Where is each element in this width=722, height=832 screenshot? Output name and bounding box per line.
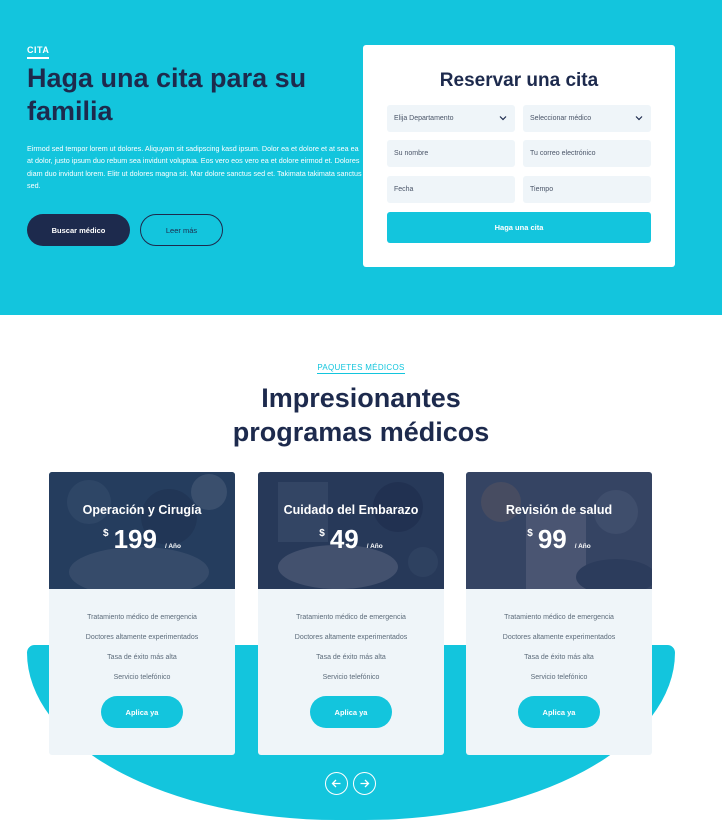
time-input-placeholder: Tiempo	[530, 186, 554, 193]
date-input[interactable]: Fecha	[387, 176, 515, 203]
packages-title: Impresionantes programas médicos	[0, 381, 722, 449]
department-select[interactable]: Elija Departamento	[387, 105, 515, 132]
hero-title: Haga una cita para su familia	[27, 63, 307, 126]
appointment-form: Reservar una cita Elija Departamento Sel…	[363, 45, 675, 267]
feature-item: Doctores altamente experimentados	[85, 634, 199, 641]
price-amount: 199	[113, 524, 157, 554]
feature-item: Tasa de éxito más alta	[524, 654, 594, 661]
package-features: Tratamiento médico de emergencia Doctore…	[49, 612, 235, 692]
appointment-hero: CITA Haga una cita para su familia Eirmo…	[0, 0, 722, 315]
department-select-value: Elija Departamento	[394, 115, 454, 122]
doctor-select[interactable]: Seleccionar médico	[523, 105, 651, 132]
arrow-right-icon	[360, 779, 370, 788]
package-card: Operación y Cirugía $ 199 / Año Tratamie…	[49, 472, 235, 755]
feature-item: Tasa de éxito más alta	[316, 654, 386, 661]
hero-eyebrow: CITA	[27, 45, 50, 59]
package-name: Operación y Cirugía	[82, 503, 202, 517]
feature-item: Servicio telefónico	[113, 674, 171, 681]
packages-title-line2: programas médicos	[232, 417, 490, 447]
feature-item: Tratamiento médico de emergencia	[504, 614, 614, 621]
feature-item: Tratamiento médico de emergencia	[296, 614, 406, 621]
feature-item: Tasa de éxito más alta	[107, 654, 177, 661]
currency-symbol: $	[319, 528, 325, 539]
packages-eyebrow: PAQUETES MÉDICOS	[317, 363, 405, 374]
carousel-next-button[interactable]	[353, 772, 376, 795]
find-doctor-button[interactable]: Buscar médico	[27, 214, 130, 246]
package-card-header: Operación y Cirugía $ 199 / Año	[49, 472, 235, 589]
make-appointment-button[interactable]: Haga una cita	[387, 212, 651, 243]
price-period: / Año	[366, 543, 383, 550]
email-input[interactable]: Tu correo electrónico	[523, 140, 651, 167]
name-input-placeholder: Su nombre	[394, 150, 429, 157]
currency-symbol: $	[103, 528, 109, 539]
feature-item: Tratamiento médico de emergencia	[87, 614, 197, 621]
apply-now-button[interactable]: Aplica ya	[310, 696, 392, 728]
email-input-placeholder: Tu correo electrónico	[530, 150, 596, 157]
form-title: Reservar una cita	[439, 70, 599, 91]
package-features: Tratamiento médico de emergencia Doctore…	[466, 612, 652, 692]
package-card-header: Cuidado del Embarazo $ 49 / Año	[258, 472, 444, 589]
package-price: $ 199 / Año	[49, 524, 235, 554]
hero-description: Eirmod sed tempor lorem ut dolores. Aliq…	[27, 144, 362, 190]
package-name: Revisión de salud	[505, 503, 613, 517]
feature-item: Servicio telefónico	[322, 674, 380, 681]
package-card-header: Revisión de salud $ 99 / Año	[466, 472, 652, 589]
package-price: $ 99 / Año	[466, 524, 652, 554]
package-price: $ 49 / Año	[258, 524, 444, 554]
price-period: / Año	[164, 543, 181, 550]
arrow-left-icon	[331, 779, 341, 788]
doctor-select-value: Seleccionar médico	[530, 115, 592, 122]
feature-item: Doctores altamente experimentados	[294, 634, 408, 641]
package-name: Cuidado del Embarazo	[283, 503, 419, 517]
apply-now-button[interactable]: Aplica ya	[518, 696, 600, 728]
price-period: / Año	[574, 543, 591, 550]
price-amount: 99	[537, 524, 567, 554]
feature-item: Servicio telefónico	[530, 674, 588, 681]
package-features: Tratamiento médico de emergencia Doctore…	[258, 612, 444, 692]
package-card: Cuidado del Embarazo $ 49 / Año Tratamie…	[258, 472, 444, 755]
price-amount: 49	[329, 524, 359, 554]
package-card: Revisión de salud $ 99 / Año Tratamiento…	[466, 472, 652, 755]
feature-item: Doctores altamente experimentados	[502, 634, 616, 641]
carousel-prev-button[interactable]	[325, 772, 348, 795]
apply-now-button[interactable]: Aplica ya	[101, 696, 183, 728]
date-input-placeholder: Fecha	[394, 186, 414, 193]
chevron-down-icon	[499, 116, 507, 121]
time-input[interactable]: Tiempo	[523, 176, 651, 203]
currency-symbol: $	[527, 528, 533, 539]
chevron-down-icon	[635, 116, 643, 121]
packages-title-line1: Impresionantes	[261, 383, 461, 413]
read-more-button[interactable]: Leer más	[140, 214, 223, 246]
name-input[interactable]: Su nombre	[387, 140, 515, 167]
